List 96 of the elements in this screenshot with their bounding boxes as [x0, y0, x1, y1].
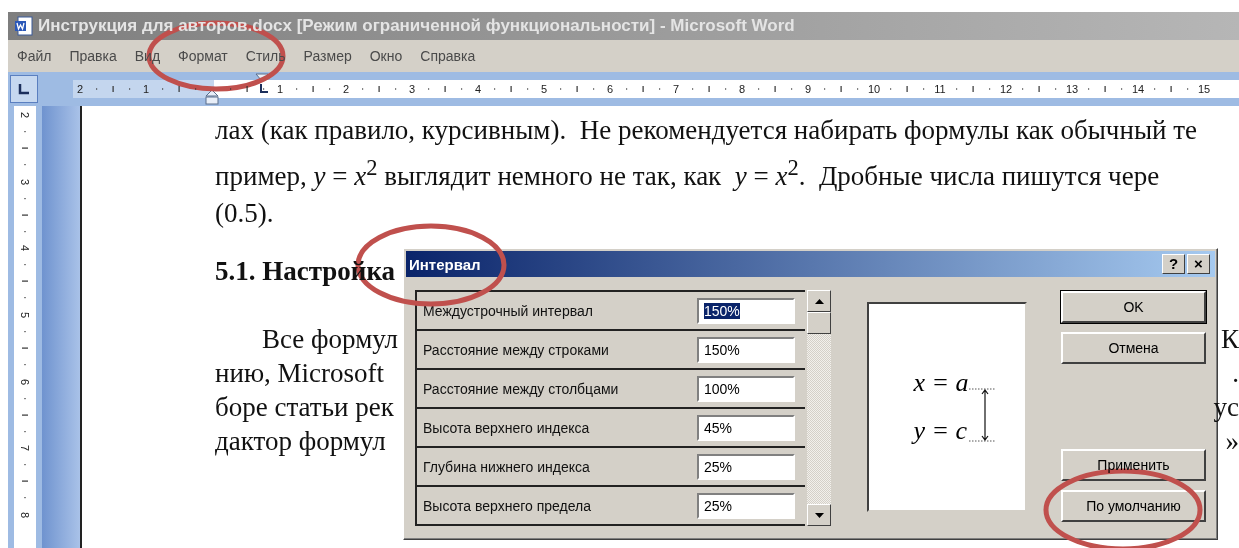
menu-item[interactable]: Размер: [294, 48, 361, 64]
menu-item[interactable]: Файл: [8, 48, 61, 64]
ruler-number: 1: [275, 83, 285, 95]
text-line: нию, Microsoft: [215, 357, 385, 390]
ruler-ticks: [161, 86, 197, 92]
ruler-ticks: [955, 86, 991, 92]
ruler-ticks: [1087, 86, 1123, 92]
text-line: дактор формул: [215, 425, 386, 458]
field-label: Расстояние между столбцами: [423, 380, 619, 397]
ruler-number: 11: [933, 83, 947, 95]
ruler-ticks: [559, 86, 595, 92]
ruler-ticks: [22, 397, 28, 433]
ruler-ticks: [493, 86, 529, 92]
ruler-number: 1: [141, 83, 151, 95]
dialog-button[interactable]: По умолчанию: [1061, 490, 1206, 522]
help-button[interactable]: ?: [1162, 254, 1185, 274]
ruler-ticks: [95, 86, 131, 92]
input-field[interactable]: 150%: [697, 336, 795, 363]
ruler-ticks: [22, 464, 28, 500]
ruler-number: 4: [473, 83, 483, 95]
scrollbar[interactable]: [807, 290, 831, 526]
menu-item[interactable]: Формат: [169, 48, 237, 64]
scroll-down-button[interactable]: [807, 504, 831, 526]
indent-marker[interactable]: [205, 89, 219, 105]
input-field[interactable]: 150%: [697, 297, 795, 324]
ruler-number: 5: [18, 311, 32, 321]
ruler-number: 7: [671, 83, 681, 95]
ruler-number: 2: [341, 83, 351, 95]
ruler-ticks: [22, 130, 28, 166]
text-fragment: К: [1221, 323, 1239, 356]
ruler-number: 9: [803, 83, 813, 95]
ruler-number: 7: [18, 444, 32, 454]
dialog-title: Интервал: [409, 255, 481, 273]
ruler-number: 12: [999, 83, 1013, 95]
scroll-up-button[interactable]: [807, 290, 831, 312]
ruler-number: 6: [605, 83, 615, 95]
ruler-number: 2: [18, 110, 32, 121]
text-line: Все формул: [261, 323, 398, 356]
ruler-ticks: [823, 86, 859, 92]
document-icon: [14, 16, 34, 36]
field-label: Высота верхнего индекса: [423, 419, 590, 436]
ruler-ticks: [295, 86, 331, 92]
text-line: (0.5).: [215, 197, 274, 230]
formula-text: y = c: [913, 416, 969, 446]
ruler-number: 4: [18, 244, 32, 254]
menu-item[interactable]: Окно: [360, 48, 412, 64]
text-fragment: .: [1232, 357, 1239, 390]
tab-stop-icon: [18, 83, 30, 95]
text-line: боре статьи рек: [215, 391, 394, 424]
window-title: Инструкция для авторов.docx [Режим ограниченной функциональности] - Microsoft Word: [38, 16, 795, 36]
ruler-ticks: [1021, 86, 1057, 92]
ruler-number: 10: [867, 83, 881, 95]
ruler-number: 13: [1065, 83, 1079, 95]
text-fragment: »: [1225, 425, 1239, 458]
text-line: лах (как правило, курсивным). Не рекомендуется набирать формулы как обычный те: [215, 114, 1198, 147]
scroll-thumb[interactable]: [807, 312, 831, 334]
field-label: Высота верхнего предела: [423, 497, 591, 514]
ruler-ticks: [22, 330, 28, 366]
menu-item[interactable]: Справка: [411, 48, 485, 64]
dialog-button[interactable]: Отмена: [1061, 332, 1206, 364]
down-arrow-icon: [814, 512, 824, 518]
close-button[interactable]: ×: [1187, 254, 1210, 274]
ruler-ticks: [229, 86, 265, 92]
input-field[interactable]: 45%: [697, 414, 795, 441]
field-label: Междустрочный интервал: [423, 302, 593, 319]
menu-item[interactable]: Правка: [60, 48, 126, 64]
text-line: пример, y = x$^{2}$ выглядит немного не так, как y = x$^{2}$. Дробные числа пишутся чере: [215, 154, 1160, 193]
tab-selector-button[interactable]: [10, 75, 38, 103]
formula-text: x = a: [913, 368, 969, 398]
ruler-ticks: [22, 197, 28, 233]
ruler-number: 5: [539, 83, 549, 95]
ruler-ticks: [691, 86, 727, 92]
ruler-number: 3: [18, 177, 32, 187]
ruler-number: 8: [737, 83, 747, 95]
input-field[interactable]: 100%: [697, 375, 795, 402]
ruler-ticks: [22, 264, 28, 300]
input-field[interactable]: 25%: [697, 492, 795, 519]
ruler-number: 14: [1131, 83, 1145, 95]
ruler-ticks: [625, 86, 661, 92]
ruler-ticks: [427, 86, 463, 92]
up-arrow-icon: [814, 298, 824, 304]
ruler-number: 8: [18, 511, 32, 521]
ruler-ticks: [757, 86, 793, 92]
spacing-arrow-icon: [968, 387, 995, 443]
ruler-number: 2: [75, 83, 85, 95]
ruler-ticks: [361, 86, 397, 92]
field-label: Глубина нижнего индекса: [423, 458, 590, 475]
ruler-number: 15: [1197, 83, 1211, 95]
input-field[interactable]: 25%: [697, 453, 795, 480]
ruler-ticks: [889, 86, 925, 92]
ruler-number: 3: [407, 83, 417, 95]
dialog-button[interactable]: OK: [1061, 291, 1206, 323]
tab-stop-icon[interactable]: [259, 84, 269, 94]
field-label: Расстояние между строками: [423, 341, 609, 358]
ruler-number: 6: [18, 377, 32, 387]
ruler-ticks: [1153, 86, 1189, 92]
